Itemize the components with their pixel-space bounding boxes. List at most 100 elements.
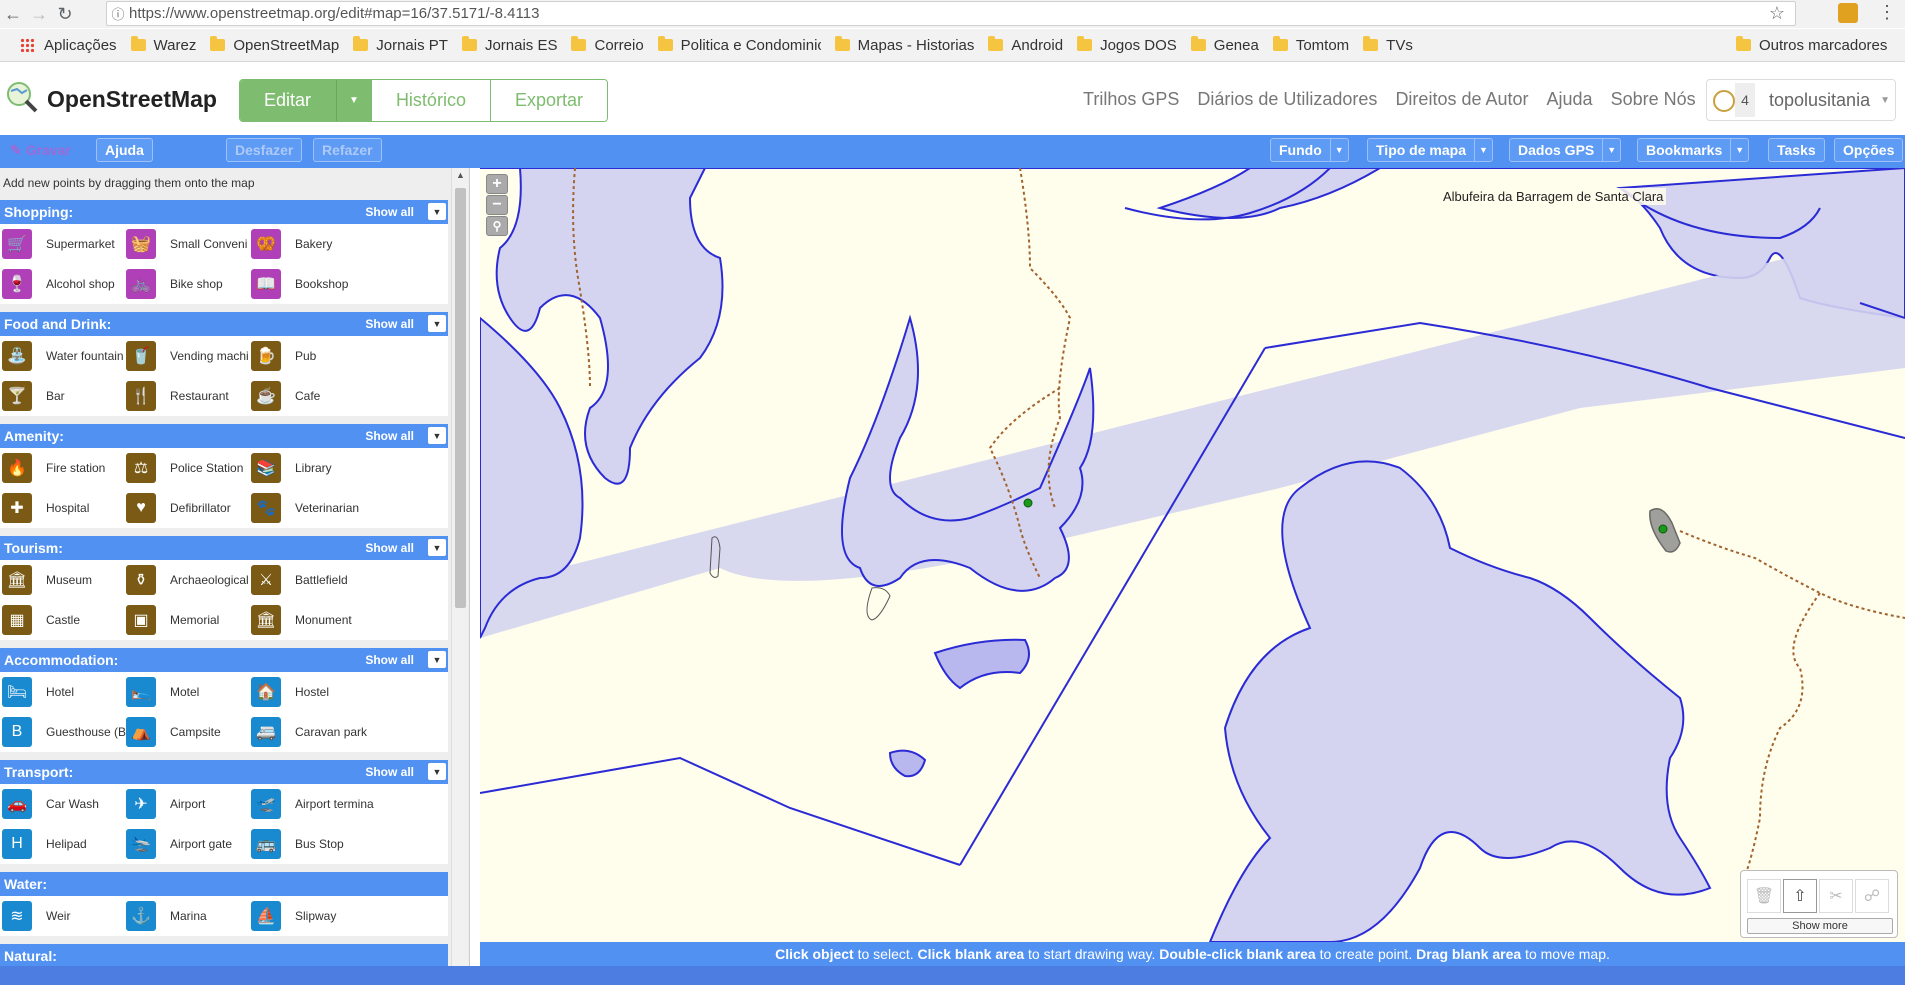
nav-gps-traces[interactable]: Trilhos GPS	[1083, 89, 1179, 110]
poi-item[interactable]: ⚖ Police Station	[126, 452, 251, 484]
bookmark-folder[interactable]: Android	[988, 29, 1063, 61]
poi-item[interactable]: 🍴 Restaurant	[126, 380, 251, 412]
bookmark-folder[interactable]: Jogos DOS	[1077, 29, 1177, 61]
category-header[interactable]: Accommodation: Show all ▼	[0, 648, 448, 672]
extension-icon[interactable]	[1838, 3, 1858, 23]
show-more-button[interactable]: Show more	[1747, 918, 1893, 934]
nav-about[interactable]: Sobre Nós	[1611, 89, 1696, 110]
arrow-up-icon[interactable]: ⇧	[1783, 879, 1817, 913]
site-logo-text[interactable]: OpenStreetMap	[47, 86, 217, 113]
poi-item[interactable]: H Helipad	[2, 828, 126, 860]
tasks-button[interactable]: Tasks	[1768, 138, 1825, 162]
map-type-menu[interactable]: Tipo de mapa ▼	[1367, 138, 1493, 162]
category-header[interactable]: Amenity: Show all ▼	[0, 424, 448, 448]
zoom-in-icon[interactable]: +	[486, 174, 508, 194]
bookmark-star-icon[interactable]: ☆	[1769, 3, 1785, 24]
poi-item[interactable]: ▦ Castle	[2, 604, 126, 636]
redo-button[interactable]: Refazer	[313, 138, 382, 162]
category-header[interactable]: Food and Drink: Show all ▼	[0, 312, 448, 336]
poi-item[interactable]: ≋ Weir	[2, 900, 126, 932]
reload-icon[interactable]: ↻	[52, 1, 78, 27]
show-all-link[interactable]: Show all	[365, 205, 414, 219]
poi-item[interactable]: ✈ Airport	[126, 788, 251, 820]
bookmark-folder[interactable]: Jornais ES	[461, 29, 557, 61]
forward-icon[interactable]: →	[26, 1, 52, 27]
link-icon[interactable]: ☍	[1855, 879, 1889, 913]
category-header[interactable]: Water:	[0, 872, 448, 896]
poi-item[interactable]: ⛲ Water fountain	[2, 340, 126, 372]
poi-item[interactable]: 🛫 Airport termina	[251, 788, 391, 820]
poi-item[interactable]: ⚔ Battlefield	[251, 564, 391, 596]
bookmark-folder[interactable]: Mapas - Historias	[834, 29, 974, 61]
address-bar[interactable]: ⓘ https://www.openstreetmap.org/edit#map…	[106, 1, 1796, 26]
scroll-up-icon[interactable]: ▲	[455, 170, 466, 180]
show-all-link[interactable]: Show all	[365, 765, 414, 779]
bookmark-other[interactable]: Outros marcadores	[1736, 29, 1887, 61]
chevron-down-icon[interactable]: ▼	[428, 539, 446, 556]
category-header[interactable]: Shopping: Show all ▼	[0, 200, 448, 224]
help-button[interactable]: Ajuda	[96, 138, 153, 162]
bookmark-folder[interactable]: Warez	[130, 29, 196, 61]
show-all-link[interactable]: Show all	[365, 317, 414, 331]
poi-item[interactable]: 🏛 Museum	[2, 564, 126, 596]
poi-item[interactable]: ☕ Cafe	[251, 380, 391, 412]
poi-item[interactable]: 🚗 Car Wash	[2, 788, 126, 820]
history-button[interactable]: Histórico	[371, 80, 491, 121]
category-header[interactable]: Transport: Show all ▼	[0, 760, 448, 784]
info-icon[interactable]: ⓘ	[107, 4, 129, 23]
edit-dropdown-caret-icon[interactable]: ▼	[336, 80, 372, 121]
category-header[interactable]: Tourism: Show all ▼	[0, 536, 448, 560]
osm-logo-icon[interactable]	[6, 81, 38, 113]
options-button[interactable]: Opções	[1834, 138, 1904, 162]
bookmark-folder[interactable]: TVs	[1363, 29, 1413, 61]
bookmarks-menu[interactable]: Bookmarks ▼	[1637, 138, 1750, 162]
bookmark-folder[interactable]: Politica e Condominic	[657, 29, 821, 61]
nav-copyright[interactable]: Direitos de Autor	[1395, 89, 1528, 110]
url-text[interactable]: https://www.openstreetmap.org/edit#map=1…	[129, 5, 539, 22]
poi-item[interactable]: ⛵ Slipway	[251, 900, 391, 932]
poi-item[interactable]: ⛺ Campsite	[126, 716, 251, 748]
poi-item[interactable]: 🛏 Hotel	[2, 676, 126, 708]
poi-item[interactable]: 📚 Library	[251, 452, 391, 484]
edit-button[interactable]: Editar	[240, 80, 337, 121]
poi-item[interactable]: 🍷 Alcohol shop	[2, 268, 126, 300]
poi-item[interactable]: ▣ Memorial	[126, 604, 251, 636]
bookmark-folder[interactable]: Correio	[571, 29, 644, 61]
poi-item[interactable]: 🛬 Airport gate	[126, 828, 251, 860]
bookmark-folder[interactable]: Tomtom	[1272, 29, 1349, 61]
undo-button[interactable]: Desfazer	[226, 138, 303, 162]
nav-help[interactable]: Ajuda	[1547, 89, 1593, 110]
poi-item[interactable]: 🛌 Motel	[126, 676, 251, 708]
gps-data-menu[interactable]: Dados GPS ▼	[1509, 138, 1622, 162]
poi-item[interactable]: ⚓ Marina	[126, 900, 251, 932]
poi-item[interactable]: 🏛 Monument	[251, 604, 391, 636]
poi-item[interactable]: 🔥 Fire station	[2, 452, 126, 484]
nav-user-diaries[interactable]: Diários de Utilizadores	[1197, 89, 1377, 110]
bookmark-folder[interactable]: OpenStreetMap	[210, 29, 339, 61]
show-all-link[interactable]: Show all	[365, 541, 414, 555]
poi-item[interactable]: 🍺 Pub	[251, 340, 391, 372]
sidebar-scrollbar[interactable]: ▲ ▼	[451, 168, 468, 985]
poi-item[interactable]: 🍸 Bar	[2, 380, 126, 412]
chevron-down-icon[interactable]: ▼	[428, 427, 446, 444]
bookmark-folder[interactable]: Genea	[1190, 29, 1259, 61]
poi-item[interactable]: 🐾 Veterinarian	[251, 492, 391, 524]
bookmark-apps[interactable]: Aplicações	[14, 29, 117, 61]
poi-item[interactable]: 🥤 Vending machi	[126, 340, 251, 372]
zoom-out-icon[interactable]: −	[486, 195, 508, 215]
bookmark-folder[interactable]: Jornais PT	[353, 29, 448, 61]
show-all-link[interactable]: Show all	[365, 429, 414, 443]
poi-item[interactable]: 📖 Bookshop	[251, 268, 391, 300]
zoom-search-icon[interactable]: ⚲	[486, 216, 508, 236]
poi-item[interactable]: 🛒 Supermarket	[2, 228, 126, 260]
poi-item[interactable]: 🚲 Bike shop	[126, 268, 251, 300]
scrollbar-thumb[interactable]	[455, 188, 466, 608]
poi-item[interactable]: ✚ Hospital	[2, 492, 126, 524]
poi-item[interactable]: 🚐 Caravan park	[251, 716, 391, 748]
trash-icon[interactable]: 🗑	[1747, 879, 1781, 913]
chevron-down-icon[interactable]: ▼	[428, 203, 446, 220]
poi-item[interactable]: 🏠 Hostel	[251, 676, 391, 708]
poi-item[interactable]: 🥨 Bakery	[251, 228, 391, 260]
save-button[interactable]: ✎ Gravar	[2, 138, 79, 162]
poi-item[interactable]: B Guesthouse (B	[2, 716, 126, 748]
